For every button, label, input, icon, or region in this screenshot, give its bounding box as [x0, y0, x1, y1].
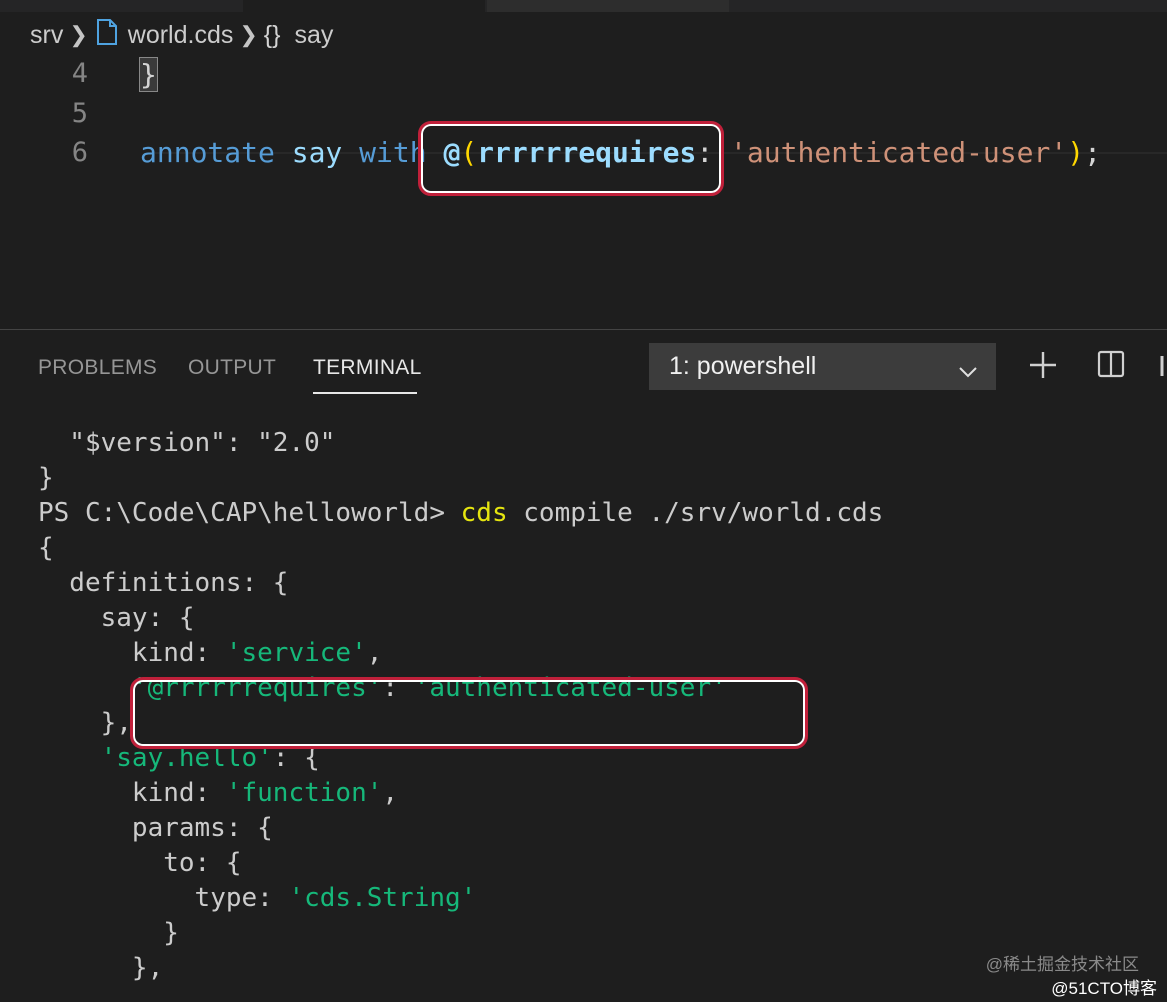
highlight-callout — [130, 677, 808, 749]
tab-output[interactable]: OUTPUT — [188, 356, 276, 380]
breadcrumb-folder[interactable]: srv — [30, 21, 63, 50]
editor-tab[interactable] — [487, 0, 729, 12]
terminal-line: definitions: { — [38, 568, 289, 598]
json-punct: , — [382, 778, 399, 808]
json-key: type: — [194, 883, 289, 913]
code-line-4[interactable]: } — [139, 57, 158, 92]
active-tab-indicator — [313, 392, 417, 394]
json-punct: : { — [272, 743, 320, 773]
code-editor[interactable]: 4 } 5 6 annotate say with @(rrrrrrequire… — [0, 57, 1167, 328]
terminal-line: params: { — [38, 813, 273, 843]
terminal-prompt: PS C:\Code\CAP\helloworld> — [38, 498, 461, 528]
add-terminal-icon[interactable] — [1028, 350, 1058, 385]
breadcrumb-symbol[interactable]: say — [295, 21, 334, 50]
line-number: 6 — [71, 137, 88, 168]
file-icon — [96, 18, 118, 52]
chevron-right-icon: ❯ — [69, 22, 88, 47]
json-key: kind: — [131, 778, 226, 808]
string-literal: 'authenticated-user' — [730, 136, 1068, 169]
json-punct: , — [366, 638, 383, 668]
terminal-prompt-line: PS C:\Code\CAP\helloworld> cds compile .… — [38, 496, 883, 531]
editor-tab-active[interactable] — [243, 0, 485, 12]
terminal-line: } — [38, 918, 179, 948]
line-number: 5 — [71, 98, 88, 129]
json-string-key: 'say.hello' — [100, 743, 273, 773]
terminal-line: say: { — [38, 603, 195, 633]
watermark-text: @稀土掘金技术社区 — [985, 955, 1139, 974]
watermark-text: @51CTO博客 — [1051, 979, 1157, 998]
json-string: 'cds.String' — [288, 883, 477, 913]
paren: ) — [1067, 136, 1085, 169]
terminal-line: to: { — [38, 848, 242, 878]
keyword: with — [359, 136, 427, 169]
keyword: annotate — [140, 136, 275, 169]
highlight-callout — [418, 121, 724, 196]
terminal-line: }, — [38, 953, 164, 983]
json-string: 'function' — [225, 778, 383, 808]
terminal-select[interactable]: 1: powershell — [649, 343, 996, 390]
json-string: 'service' — [225, 638, 367, 668]
semicolon: ; — [1084, 136, 1101, 169]
terminal-command: cds — [460, 498, 508, 528]
identifier: say — [291, 136, 343, 169]
chevron-right-icon: ❯ — [239, 22, 258, 47]
terminal-line: type: 'cds.String' — [38, 881, 883, 916]
terminal-line: kind: 'service', — [38, 636, 883, 671]
json-key: kind: — [131, 638, 226, 668]
terminal-select-value: 1: powershell — [669, 352, 817, 380]
bottom-panel: PROBLEMS OUTPUT TERMINAL 1: powershell "… — [0, 329, 1167, 1002]
terminal-line: } — [38, 463, 54, 493]
terminal-args: compile ./srv/world.cds — [507, 498, 884, 528]
terminal-line: 'say.hello': { — [38, 741, 883, 776]
split-terminal-icon[interactable] — [1097, 350, 1125, 383]
trash-icon[interactable] — [1160, 350, 1167, 383]
terminal-line: "$version": "2.0" — [38, 428, 336, 458]
line-number: 4 — [71, 58, 88, 89]
terminal-line: { — [38, 533, 54, 563]
tab-problems[interactable]: PROBLEMS — [38, 356, 157, 380]
chevron-down-icon — [958, 357, 978, 386]
breadcrumb-file[interactable]: world.cds — [128, 21, 234, 50]
breadcrumb: srv ❯ world.cds ❯ {} say — [0, 12, 1167, 58]
terminal-line: kind: 'function', — [38, 776, 883, 811]
symbol-namespace-icon: {} — [263, 20, 281, 49]
matched-brace: } — [139, 57, 158, 92]
editor-tab-strip — [0, 0, 1167, 12]
tab-terminal[interactable]: TERMINAL — [313, 356, 422, 380]
